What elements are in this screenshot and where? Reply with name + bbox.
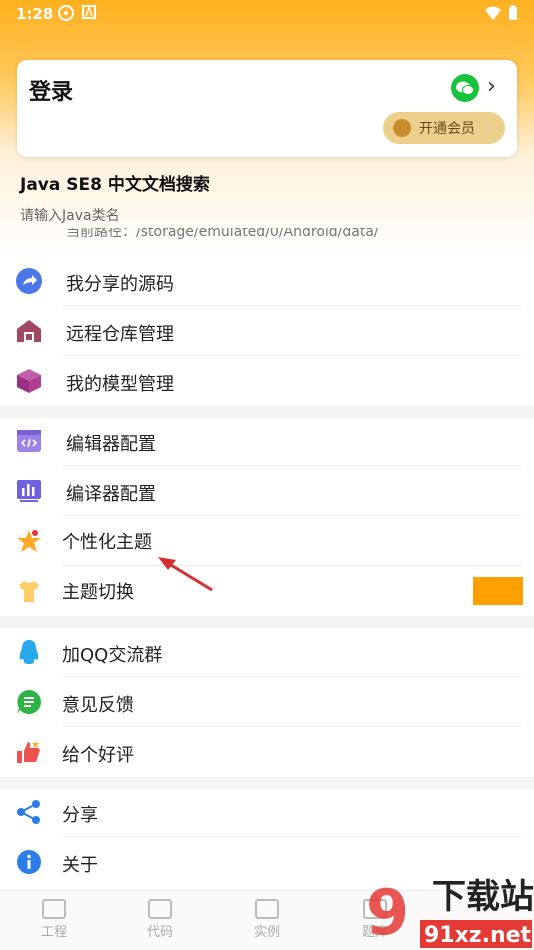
- code-icon: [148, 899, 172, 919]
- menu-item-personal-theme[interactable]: 个性化主题: [0, 516, 534, 566]
- watermark-brand: 下载站: [432, 877, 534, 917]
- menu-label: 个性化主题: [62, 532, 152, 553]
- menu-item-remote-repo[interactable]: 远程仓库管理: [0, 306, 534, 356]
- status-time: 1:28: [16, 5, 54, 23]
- bar-chart-icon: [17, 480, 41, 502]
- cube-icon: [17, 369, 41, 393]
- watermark-domain: 91xz.net: [424, 923, 532, 948]
- menu-label: 编辑器配置: [66, 434, 156, 455]
- menu-label: 远程仓库管理: [66, 324, 174, 345]
- annotation-arrow-icon: [158, 557, 213, 592]
- share-arrow-icon: [16, 268, 42, 294]
- menu-label: 分享: [62, 805, 98, 826]
- nav-label: 代码: [146, 925, 173, 940]
- nav-label: 工程: [40, 925, 67, 940]
- menu-item-model-manage[interactable]: 我的模型管理: [0, 356, 534, 406]
- watermark-logo: 9 下载站 91xz.net: [366, 876, 534, 949]
- nav-label: 实例: [253, 925, 280, 940]
- search-input[interactable]: [20, 204, 500, 228]
- theme-color-swatch[interactable]: [473, 577, 523, 605]
- login-title: 登录: [29, 80, 74, 105]
- wifi-icon: [485, 6, 501, 20]
- warehouse-icon: [17, 320, 41, 342]
- app-notification-icon: [58, 5, 74, 21]
- a-notification-icon: [82, 5, 96, 19]
- menu-label: 加QQ交流群: [62, 645, 163, 666]
- menu-label: 主题切换: [62, 582, 134, 603]
- menu-item-feedback[interactable]: 意见反馈: [0, 677, 534, 727]
- qq-penguin-icon: [19, 640, 39, 664]
- star-theme-icon: [17, 530, 41, 552]
- path-text: 当前路径：/storage/emulated/0/Android/data/: [66, 228, 379, 240]
- code-window-icon: [17, 430, 41, 452]
- menu-label: 关于: [62, 855, 98, 876]
- doc-search-title: Java SE8 中文文档搜索: [20, 175, 210, 195]
- vip-button[interactable]: 开通会员: [383, 112, 505, 144]
- share-icon: [17, 800, 40, 824]
- menu-item-rate[interactable]: 给个好评: [0, 727, 534, 777]
- status-bar: 1:28: [0, 0, 534, 30]
- menu-item-qq-group[interactable]: 加QQ交流群: [0, 627, 534, 677]
- menu-label: 我分享的源码: [66, 274, 174, 295]
- feedback-bubble-icon: [17, 690, 41, 714]
- nav-tab-project[interactable]: 工程: [24, 899, 84, 940]
- login-card[interactable]: 登录 › 开通会员: [17, 60, 517, 157]
- svg-text:9: 9: [366, 876, 409, 949]
- info-icon: [17, 850, 41, 874]
- wechat-icon[interactable]: [451, 74, 479, 102]
- menu-label: 我的模型管理: [66, 374, 174, 395]
- thumbs-up-icon: [17, 740, 40, 763]
- menu-label: 意见反馈: [62, 695, 134, 716]
- menu-label: 给个好评: [62, 745, 134, 766]
- monitor-icon: [42, 899, 66, 919]
- menu-item-share[interactable]: 分享: [0, 787, 534, 837]
- menu-label: 编译器配置: [66, 484, 156, 505]
- nav-tab-examples[interactable]: 实例: [237, 899, 297, 940]
- chevron-right-icon[interactable]: ›: [487, 74, 496, 99]
- battery-icon: [509, 5, 517, 20]
- examples-icon: [255, 899, 279, 919]
- crown-icon: [393, 119, 411, 137]
- menu-item-editor-config[interactable]: 编辑器配置: [0, 416, 534, 466]
- menu-item-compiler-config[interactable]: 编译器配置: [0, 466, 534, 516]
- menu-item-theme-switch[interactable]: 主题切换: [0, 566, 534, 616]
- nav-tab-code[interactable]: 代码: [130, 899, 190, 940]
- vip-label: 开通会员: [419, 121, 475, 137]
- tshirt-icon: [19, 581, 39, 602]
- menu-item-shared-source[interactable]: 我分享的源码: [0, 256, 534, 306]
